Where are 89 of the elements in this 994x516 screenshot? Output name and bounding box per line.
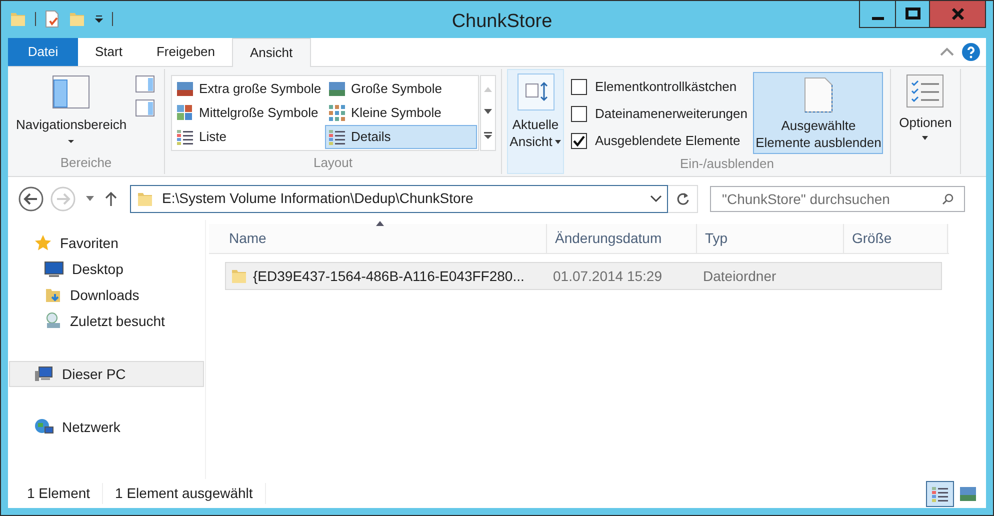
options-checklist-icon — [905, 73, 946, 109]
recent-places-icon — [44, 312, 62, 330]
maximize-icon — [904, 7, 920, 21]
list-view-icon — [328, 128, 346, 146]
caret-icon — [922, 136, 928, 140]
close-icon — [950, 7, 964, 21]
picture-view-icon — [176, 80, 194, 98]
nav-item[interactable]: Favoriten — [9, 230, 204, 256]
nav-item[interactable]: Dieser PC — [9, 361, 204, 387]
search-field[interactable]: "ChunkStore" durchsuchen — [710, 186, 965, 212]
caret-icon — [67, 138, 76, 144]
chevron-down-icon[interactable] — [650, 194, 662, 202]
nav-item[interactable]: Netzwerk — [9, 414, 204, 440]
column-header[interactable]: Größe — [844, 224, 948, 253]
new-folder-icon — [68, 10, 86, 28]
network-globe-icon — [34, 418, 54, 436]
search-icon — [942, 192, 954, 204]
ribbon-tab[interactable]: Freigeben — [139, 38, 232, 66]
recent-locations-icon[interactable] — [86, 196, 94, 201]
refresh-button[interactable] — [668, 184, 698, 212]
up-icon[interactable] — [104, 190, 118, 206]
layout-option[interactable]: Große Symbole — [325, 77, 477, 101]
minimize-icon — [872, 16, 884, 20]
layout-option[interactable]: Kleine Symbole — [325, 101, 477, 125]
back-icon[interactable] — [18, 186, 44, 212]
file-row[interactable]: {ED39E437-1564-486B-A116-E043FF280... 01.07.2014 15:29 Dateiordner — [225, 262, 942, 290]
checkbox[interactable] — [571, 78, 587, 94]
current-view-button[interactable]: Aktuelle Ansicht — [507, 69, 564, 174]
nav-item[interactable]: Downloads — [9, 282, 204, 308]
column-header[interactable]: Änderungsdatum — [547, 224, 697, 253]
ribbon-tab[interactable]: Datei — [8, 38, 78, 66]
table-cell-text: {ED39E437-1564-486B-A116-E043FF280... — [253, 266, 524, 286]
details-pane-icon[interactable] — [134, 99, 155, 117]
picture-view-icon — [959, 484, 977, 502]
scroll-down-icon[interactable] — [484, 109, 492, 114]
group-label: Layout — [312, 154, 354, 172]
picture-view-icon — [328, 104, 346, 122]
picture-view-icon — [328, 80, 346, 98]
preview-pane-icon[interactable] — [134, 75, 155, 93]
navigation-pane-icon — [52, 75, 90, 109]
check-icon — [573, 134, 585, 146]
close-button[interactable] — [929, 1, 986, 28]
caret-icon — [555, 140, 562, 144]
expand-gallery-icon[interactable] — [484, 132, 492, 140]
folder-icon — [230, 267, 248, 285]
status-text: 1 Element ausgewählt — [103, 483, 266, 504]
minimize-button[interactable] — [859, 1, 896, 28]
star-icon — [34, 234, 52, 252]
column-header[interactable]: Name — [209, 224, 547, 253]
checkbox-label: Dateinamenerweiterungen — [595, 104, 748, 123]
window-title: ChunkStore — [450, 10, 554, 34]
layout-option[interactable]: Details — [325, 125, 477, 149]
folder-icon — [9, 10, 27, 28]
computer-icon — [34, 365, 54, 383]
checkbox[interactable] — [571, 106, 587, 122]
checkbox[interactable] — [571, 132, 587, 148]
list-view-icon — [176, 128, 194, 146]
sort-by-icon — [516, 73, 554, 111]
layout-option[interactable]: Liste — [173, 125, 325, 149]
sort-ascending-icon — [376, 221, 384, 226]
folder-download-icon — [44, 286, 62, 304]
picture-view-icon — [176, 104, 194, 122]
hide-selected-button[interactable]: Ausgewählte Elemente ausblenden — [753, 72, 884, 154]
address-field[interactable]: E:\System Volume Information\Dedup\ChunkStore — [130, 184, 668, 212]
options-button[interactable]: Optionen — [899, 69, 952, 174]
status-text: 1 Element — [27, 483, 104, 504]
list-view-icon — [931, 484, 949, 502]
group-label: Ein-/ausblenden — [679, 155, 775, 173]
properties-icon[interactable] — [44, 10, 60, 28]
navigation-pane-button[interactable]: Navigationsbereich — [16, 75, 127, 152]
ribbon-tab[interactable]: Ansicht — [232, 38, 311, 67]
table-cell-text: 01.07.2014 15:29 — [552, 266, 663, 286]
nav-item[interactable]: Desktop — [9, 256, 204, 282]
refresh-icon — [676, 192, 690, 206]
layout-option[interactable]: Extra große Symbole — [173, 77, 325, 101]
collapse-ribbon-icon[interactable] — [940, 47, 954, 57]
checkbox-label: Elementkontrollkästchen — [595, 78, 737, 96]
table-cell-text: Dateiordner — [702, 266, 778, 286]
checkbox-label: Ausgeblendete Elemente — [595, 132, 740, 150]
help-icon[interactable] — [962, 43, 980, 61]
ribbon-tab[interactable]: Start — [78, 38, 140, 66]
column-header[interactable]: Typ — [697, 224, 844, 253]
group-label: Bereiche — [59, 154, 113, 172]
dropdown-icon[interactable] — [94, 14, 104, 24]
document-icon — [803, 77, 834, 113]
details-view-button[interactable] — [926, 480, 954, 506]
layout-option[interactable]: Mittelgroße Symbole — [173, 101, 325, 125]
monitor-icon — [44, 260, 64, 278]
nav-item[interactable]: Zuletzt besucht — [9, 308, 204, 334]
